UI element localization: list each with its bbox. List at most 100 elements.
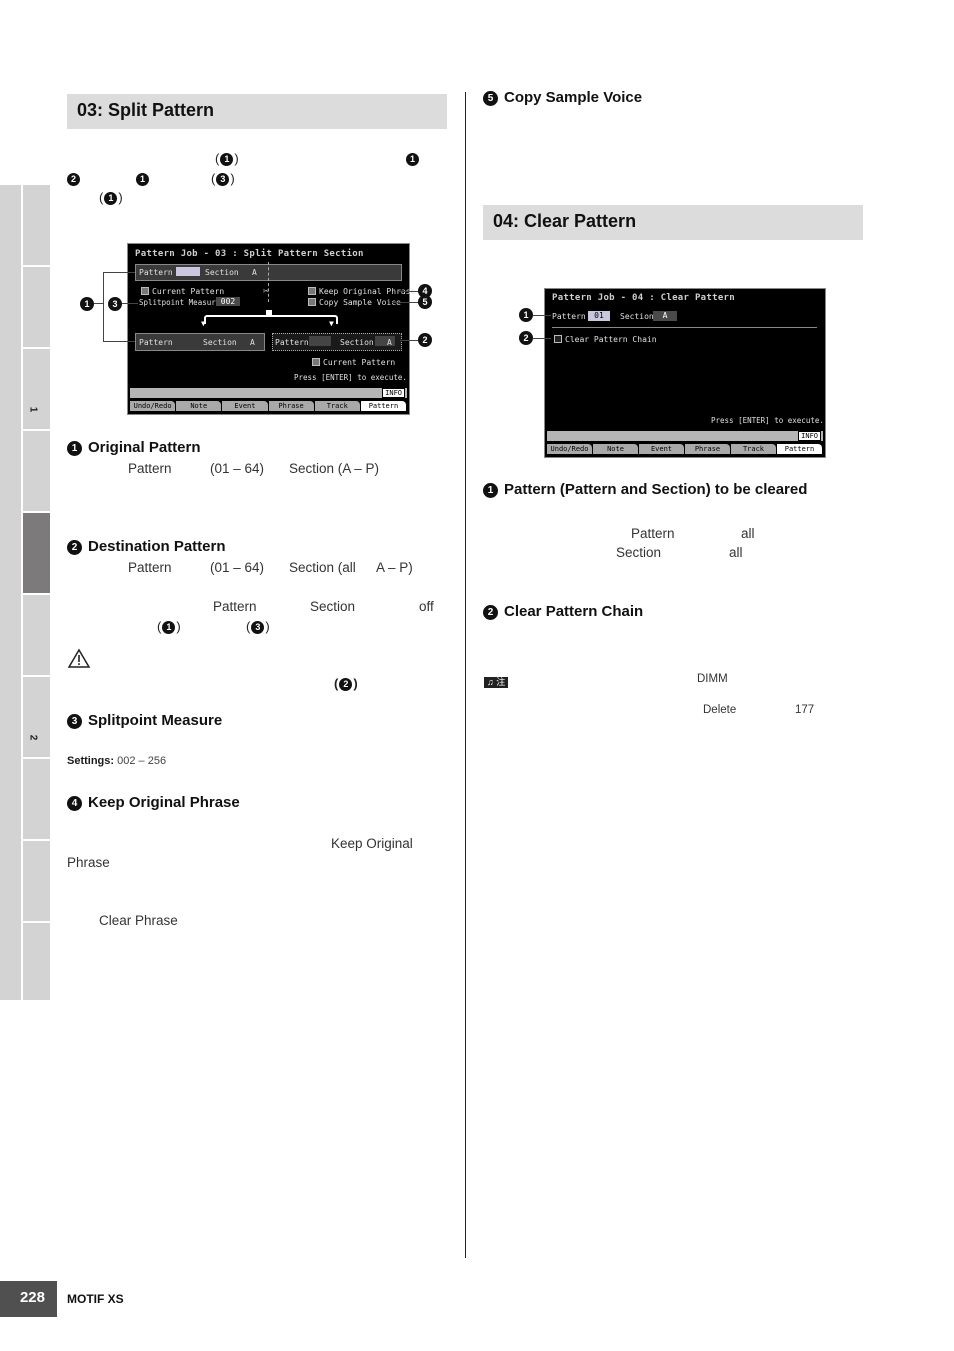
screen-tabs: Undo/Redo Note Event Phrase Track Patter…	[547, 444, 823, 454]
tab-undo-redo[interactable]: Undo/Redo	[547, 444, 592, 454]
callout-2: 2	[418, 333, 432, 347]
page-number: 228	[0, 1281, 57, 1317]
arrow-down-icon: ▼	[329, 319, 334, 328]
info-button[interactable]: INFO	[798, 431, 821, 441]
note-badge: ♫ 注	[484, 677, 509, 688]
text-section-range: Section (all	[289, 560, 356, 575]
section-value: A	[387, 338, 392, 347]
checkbox-icon	[141, 287, 149, 295]
text-range: (01 – 64)	[210, 560, 265, 575]
callout-line	[392, 302, 420, 303]
splitpoint-value[interactable]: 002	[216, 297, 240, 306]
intro-ref: 2	[66, 171, 81, 186]
split-arrows	[204, 315, 338, 324]
side-tab[interactable]	[23, 841, 50, 921]
screen-title: Pattern Job - 03 : Split Pattern Section	[135, 249, 364, 259]
side-tab-label: 1	[27, 406, 39, 413]
side-tab[interactable]	[23, 759, 50, 839]
separator	[552, 327, 817, 328]
checkbox-icon	[554, 335, 562, 343]
side-tab[interactable]	[23, 431, 50, 511]
execute-prompt: Press [ENTER] to execute.	[711, 416, 824, 425]
section-header-split-pattern: 03: Split Pattern	[67, 94, 447, 129]
tab-track[interactable]: Track	[731, 444, 776, 454]
heading-original-pattern: 1 Original Pattern	[67, 439, 201, 456]
tab-undo-redo[interactable]: Undo/Redo	[130, 401, 176, 411]
pattern-label: Pattern	[139, 338, 173, 347]
tab-event[interactable]: Event	[222, 401, 268, 411]
checkbox-icon	[312, 358, 320, 366]
heading-pattern-to-be-cleared: 1 Pattern (Pattern and Section) to be cle…	[483, 481, 807, 498]
text-section-range: Section (A – P)	[289, 461, 380, 476]
section-title: 04: Clear Pattern	[493, 211, 637, 231]
current-pattern-checkbox[interactable]: Current Pattern	[141, 287, 224, 296]
side-tab-2[interactable]	[23, 677, 50, 757]
text-phrase: Phrase	[67, 855, 110, 870]
section-value[interactable]: A	[252, 268, 257, 277]
heading-keep-original-phrase: 4 Keep Original Phrase	[67, 794, 240, 811]
intro-ref: 1	[405, 151, 420, 166]
destination-current-pattern-checkbox[interactable]: Current Pattern	[312, 358, 395, 367]
tab-note[interactable]: Note	[176, 401, 222, 411]
text-delete: Delete	[703, 704, 737, 716]
callout-line	[103, 341, 135, 342]
text-section: Section	[616, 545, 662, 560]
callout-line	[400, 340, 420, 341]
callout-3: 3	[108, 297, 122, 311]
side-strip	[0, 185, 21, 1000]
product-name: MOTIF XS	[67, 1292, 124, 1306]
text-off: off	[419, 599, 434, 614]
text-section: Section	[310, 599, 356, 614]
info-button[interactable]: INFO	[382, 388, 405, 398]
callout-line	[122, 303, 138, 304]
heading-destination-pattern: 2 Destination Pattern	[67, 538, 226, 555]
ref: (3)	[246, 619, 270, 634]
text-pattern: Pattern	[128, 461, 172, 476]
callout-1: 1	[519, 308, 533, 322]
pattern-label: Pattern	[139, 268, 173, 277]
tab-pattern[interactable]: Pattern	[777, 444, 822, 454]
section-label: Section	[620, 312, 654, 321]
heading-clear-pattern-chain: 2 Clear Pattern Chain	[483, 603, 643, 620]
execute-prompt: Press [ENTER] to execute.	[294, 373, 407, 382]
text-clear-phrase: Clear Phrase	[99, 913, 178, 928]
side-tab[interactable]	[23, 267, 50, 347]
warning-icon	[67, 648, 91, 668]
destination-section-field[interactable]	[375, 336, 395, 346]
tab-phrase[interactable]: Phrase	[268, 401, 314, 411]
split-pattern-screen: Pattern Job - 03 : Split Pattern Section…	[127, 243, 415, 415]
checkbox-icon	[308, 298, 316, 306]
pattern-field[interactable]	[176, 267, 200, 276]
pattern-label: Pattern	[552, 312, 586, 321]
arrow-down-icon: ▼	[201, 319, 206, 328]
clear-pattern-chain-checkbox[interactable]: Clear Pattern Chain	[554, 335, 657, 344]
side-tab[interactable]	[23, 595, 50, 675]
side-tab-1[interactable]	[23, 349, 50, 429]
clear-pattern-screen: Pattern Job - 04 : Clear Pattern Pattern…	[544, 288, 826, 458]
side-tab[interactable]	[23, 185, 50, 265]
text-pattern: Pattern	[128, 560, 172, 575]
screen-tabs: Undo/Redo Note Event Phrase Track Patter…	[130, 401, 407, 411]
settings-line: Settings: 002 – 256	[67, 755, 167, 767]
status-bar	[547, 431, 823, 441]
copy-sample-voice-checkbox[interactable]: Copy Sample Voice	[308, 298, 401, 307]
text-dimm: DIMM	[697, 673, 728, 685]
tab-note[interactable]: Note	[593, 444, 638, 454]
pattern-label: Pattern	[275, 338, 309, 347]
side-tab-active[interactable]	[23, 513, 50, 593]
tab-pattern[interactable]: Pattern	[360, 401, 407, 411]
destination-pattern-field[interactable]	[309, 336, 331, 346]
text-all: all	[729, 545, 743, 560]
pattern-field[interactable]: 01	[588, 311, 610, 321]
intro-ref: (1)	[99, 190, 123, 205]
side-tab[interactable]	[23, 923, 50, 1000]
callout-line	[533, 338, 551, 339]
scissors-icon: ✂	[263, 286, 270, 297]
heading-splitpoint-measure: 3 Splitpoint Measure	[67, 712, 222, 729]
tab-event[interactable]: Event	[639, 444, 684, 454]
section-field[interactable]: A	[653, 311, 677, 321]
tab-phrase[interactable]: Phrase	[685, 444, 730, 454]
page-ref: 177	[795, 704, 815, 716]
callout-line	[103, 272, 104, 341]
tab-track[interactable]: Track	[314, 401, 360, 411]
